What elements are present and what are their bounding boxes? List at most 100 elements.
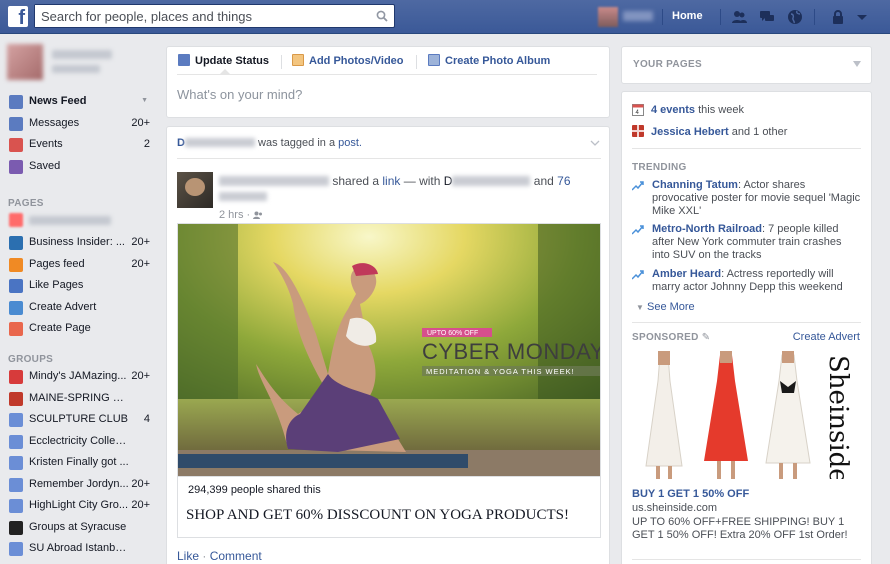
tagged-user-initial[interactable]: D — [177, 137, 185, 149]
others-blurred[interactable] — [219, 192, 267, 201]
trending-topic[interactable]: Metro-North Railroad — [652, 223, 762, 235]
search-icon[interactable] — [376, 10, 388, 22]
story-options-chevron-icon[interactable] — [590, 140, 600, 146]
sidebar-item-label: Create Page — [29, 322, 91, 334]
main-item[interactable]: News Feed ▼ — [0, 92, 160, 113]
shared-link[interactable]: link — [382, 174, 400, 188]
chevron-down-icon[interactable] — [853, 61, 861, 67]
trending-topic[interactable]: Amber Heard — [652, 268, 721, 280]
profile-name-blurred[interactable] — [623, 11, 653, 21]
divider — [281, 55, 282, 69]
pages-item[interactable]: Pages feed 20+ — [0, 255, 160, 276]
author-avatar[interactable] — [177, 172, 213, 208]
main-item[interactable]: Events 2 — [0, 135, 160, 156]
groups-item[interactable]: SU Abroad Istanbu... — [0, 539, 160, 560]
pages-item[interactable]: Like Pages — [0, 276, 160, 297]
notifications-globe-icon[interactable] — [787, 9, 803, 25]
tab-update-status[interactable]: Update Status — [178, 54, 269, 67]
main-item[interactable]: Saved — [0, 157, 160, 178]
your-pages-card[interactable]: YOUR PAGES — [621, 46, 872, 84]
sidebar-item-label: Saved — [29, 159, 61, 172]
chevron-down-icon[interactable]: ▼ — [141, 97, 148, 104]
story-header: shared a link — with D and 76 — [219, 173, 599, 205]
search-box[interactable] — [34, 4, 395, 28]
link-preview[interactable]: 294,399 people shared this SHOP AND GET … — [177, 477, 601, 538]
story-timestamp[interactable]: 2 hrs · — [219, 209, 263, 221]
divider — [632, 322, 861, 323]
ad-url[interactable]: us.sheinside.com — [632, 502, 717, 514]
see-more-link[interactable]: ▼ See More — [636, 301, 695, 313]
friend-requests-icon[interactable] — [731, 9, 747, 25]
pages-item[interactable]: Business Insider: ... 20+ — [0, 233, 160, 254]
pages-feed-icon — [9, 257, 23, 272]
groups-item[interactable]: Kristen Finally got ... — [0, 453, 160, 474]
status-input[interactable]: What's on your mind? — [177, 87, 302, 102]
like-button[interactable]: Like — [177, 549, 199, 563]
photo-icon — [292, 54, 304, 66]
with-user-initial[interactable]: D — [444, 174, 453, 188]
sidebar-item-label: HighLight City Gro... — [29, 499, 129, 511]
profile-picture[interactable] — [7, 44, 43, 80]
pages-item[interactable]: Create Page — [0, 319, 160, 340]
privacy-lock-icon[interactable] — [830, 9, 846, 25]
birthday-link[interactable]: Jessica Hebert — [651, 126, 729, 138]
groups-item[interactable]: Remember Jordyn... 20+ — [0, 475, 160, 496]
news-feed-icon — [9, 95, 23, 109]
home-link[interactable]: Home — [672, 10, 703, 22]
tab-create-photo-album[interactable]: Create Photo Album — [428, 54, 550, 67]
groups-item[interactable]: Mindy's JAMazing... 20+ — [0, 367, 160, 388]
shared-text: shared a — [332, 174, 380, 188]
sidebar-item-label: MAINE-SPRING B... — [29, 391, 129, 404]
groups-item[interactable]: MAINE-SPRING B... — [0, 389, 160, 410]
ad-title[interactable]: BUY 1 GET 1 50% OFF — [632, 488, 749, 500]
gift-icon — [9, 370, 23, 384]
sponsored-ad-image[interactable]: Sheinside — [632, 351, 861, 484]
edit-ads-icon[interactable]: ✎ — [702, 332, 711, 343]
account-menu-chevron-icon[interactable] — [854, 9, 870, 25]
trending-arrow-icon — [632, 270, 644, 280]
trending-item[interactable]: Channing Tatum: Actor shares provocative… — [632, 179, 862, 218]
trending-topic[interactable]: Channing Tatum — [652, 179, 738, 191]
trending-text: Channing Tatum: Actor shares provocative… — [652, 179, 862, 218]
with-user-blurred[interactable] — [452, 176, 531, 186]
graduation-cap-icon — [9, 520, 23, 535]
sidebar-item-label: Ecclectricity Colleg... — [29, 434, 129, 447]
comment-button[interactable]: Comment — [210, 549, 262, 563]
separator: · — [202, 549, 207, 563]
trending-item[interactable]: Metro-North Railroad: 7 people killed af… — [632, 223, 862, 262]
groups-item[interactable]: SCULPTURE CLUB 4 — [0, 410, 160, 431]
others-count-link[interactable]: 76 — [557, 174, 570, 188]
pages-item[interactable]: Create Advert — [0, 298, 160, 319]
search-input[interactable] — [35, 5, 365, 27]
edit-profile-blurred[interactable] — [52, 65, 100, 73]
post-link[interactable]: post. — [338, 137, 362, 149]
link-title[interactable]: SHOP AND GET 60% DISSCOUNT ON YOGA PRODU… — [186, 507, 569, 524]
main-item[interactable]: Messages 20+ — [0, 114, 160, 135]
groups-item[interactable]: Groups at Syracuse — [0, 518, 160, 539]
profile-avatar[interactable] — [598, 7, 618, 27]
audience-friends-icon[interactable] — [253, 211, 263, 219]
birthday-gift-icon — [632, 125, 644, 137]
tab-add-photos-video[interactable]: Add Photos/Video — [292, 54, 404, 67]
messages-icon[interactable] — [759, 9, 775, 25]
story-context: D was tagged in a post. — [177, 137, 362, 149]
facebook-logo[interactable]: f — [8, 6, 28, 27]
calendar-icon: 4 — [632, 104, 644, 116]
yoga-ad-photo: UPTO 60% OFF CYBER MONDAY MEDITATION & Y… — [178, 224, 600, 476]
events-link[interactable]: 4 events — [651, 104, 695, 116]
tagged-user-blurred[interactable] — [184, 138, 255, 147]
groups-item[interactable]: Ecclectricity Colleg... — [0, 432, 160, 453]
group-icon — [9, 499, 23, 513]
divider — [814, 9, 815, 25]
trending-item[interactable]: Amber Heard: Actress reportedly will mar… — [632, 268, 862, 294]
chevron-down-icon: ▼ — [636, 303, 644, 312]
sidebar-item-page-blurred[interactable] — [0, 210, 160, 231]
author-name-blurred[interactable] — [219, 176, 329, 186]
shared-link-image[interactable]: UPTO 60% OFF CYBER MONDAY MEDITATION & Y… — [177, 223, 601, 477]
sidebar-item-label: Create Advert — [29, 300, 97, 313]
create-advert-link[interactable]: Create Advert — [793, 331, 860, 343]
tab-label: Update Status — [195, 55, 269, 67]
groups-item[interactable]: HighLight City Gro... 20+ — [0, 496, 160, 517]
divider — [177, 74, 597, 75]
profile-name-blurred[interactable] — [52, 50, 112, 59]
